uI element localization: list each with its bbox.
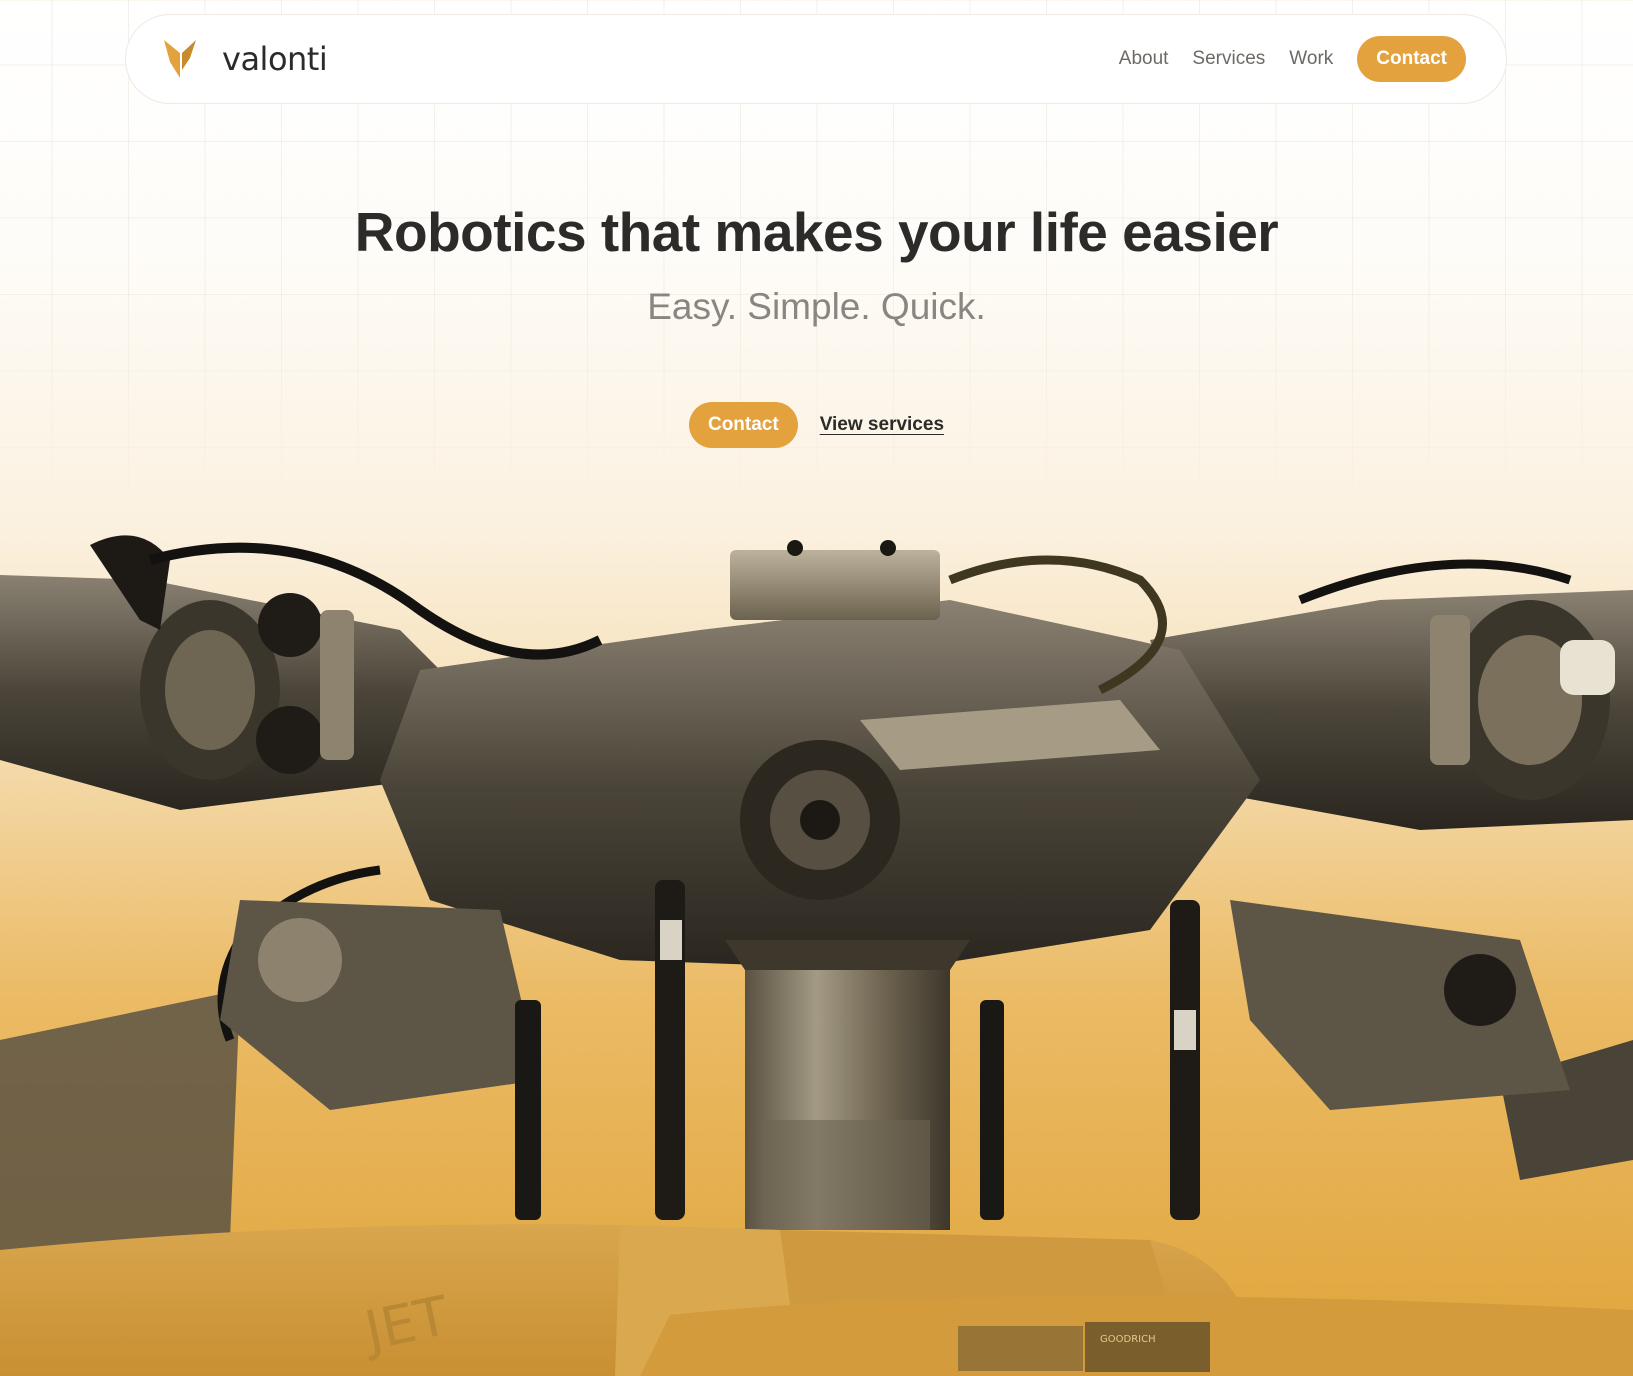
hero-contact-button[interactable]: Contact [688,402,798,448]
nameplate-text: GOODRICH [1100,1334,1156,1345]
top-navbar: valonti About Services Work Contact [125,14,1507,104]
hero-title: Robotics that makes your life easier [354,201,1279,263]
nav-contact-button[interactable]: Contact [1357,36,1466,82]
nav-link-services[interactable]: Services [1192,48,1265,70]
hero-actions: Contact View services [0,402,1633,448]
hero-subtitle: Easy. Simple. Quick. [647,286,986,327]
v-chevron-logo-icon [164,40,196,78]
brand-name: valonti [222,40,328,78]
hero-section: Robotics that makes your life easier Eas… [0,200,1633,448]
nav-links: About Services Work Contact [1119,36,1466,82]
brand-logo-link[interactable]: valonti [164,40,328,78]
rotor-hub-illustration: JET GOODRICH [0,535,1633,1376]
nav-link-about[interactable]: About [1119,48,1169,70]
rotor-hub-image: JET GOODRICH [0,520,1633,1376]
view-services-link[interactable]: View services [820,414,944,436]
nav-link-work[interactable]: Work [1289,48,1333,70]
